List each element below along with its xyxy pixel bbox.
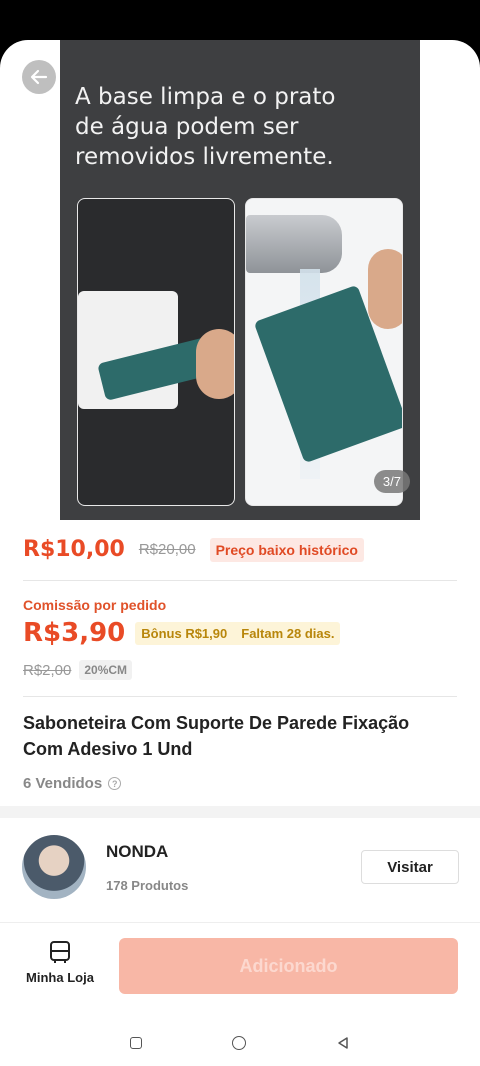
commission-rate-row: R$2,00 20%CM — [23, 660, 133, 680]
divider — [23, 696, 457, 697]
divider — [23, 580, 457, 581]
bottom-bar-divider — [0, 922, 480, 923]
photo-wall-mounted — [77, 198, 235, 506]
commission-value: R$3,90 — [23, 618, 126, 648]
arrow-left-icon — [30, 69, 48, 85]
image-page-indicator: 3/7 — [373, 470, 410, 493]
sold-count-label: 6 Vendidos — [23, 775, 103, 792]
product-title: Saboneteira Com Suporte De Parede Fixaçã… — [23, 713, 410, 759]
commission-rate-badge: 20%CM — [79, 660, 133, 680]
store-product-count: 178 Produtos — [106, 878, 189, 893]
low-price-badge: Preço baixo histórico — [209, 537, 364, 562]
sold-count: 6 Vendidos ? — [23, 775, 122, 792]
my-store-label: Minha Loja — [26, 970, 94, 985]
section-separator — [0, 806, 480, 818]
image-caption: A base limpa e o prato de água podem ser… — [75, 84, 336, 170]
store-name[interactable]: NONDA — [106, 842, 168, 862]
bonus-badge: Bônus R$1,90 Faltam 28 dias. — [135, 621, 341, 645]
back-button[interactable] — [22, 60, 56, 94]
commission-row: R$3,90 Bônus R$1,90 Faltam 28 dias. — [23, 618, 341, 648]
photo-rinsing — [245, 198, 403, 506]
original-price: R$20,00 — [138, 541, 196, 558]
recents-icon[interactable] — [130, 1037, 142, 1049]
store-icon — [50, 941, 70, 963]
added-button[interactable]: Adicionado — [119, 938, 458, 994]
visit-store-button[interactable]: Visitar — [361, 850, 459, 884]
product-image-carousel[interactable]: A base limpa e o prato de água podem ser… — [60, 40, 420, 520]
back-nav-icon[interactable] — [336, 1036, 350, 1050]
bonus-amount: Bônus R$1,90 — [141, 625, 228, 641]
my-store-button[interactable]: Minha Loja — [22, 940, 98, 985]
old-commission: R$2,00 — [23, 661, 72, 679]
store-avatar[interactable] — [22, 835, 86, 899]
current-price: R$10,00 — [23, 537, 125, 562]
home-icon[interactable] — [232, 1036, 246, 1050]
system-nav-bar — [0, 1020, 480, 1066]
commission-label: Comissão por pedido — [23, 597, 167, 613]
product-sheet: A base limpa e o prato de água podem ser… — [0, 40, 480, 1066]
bonus-days-left: Faltam 28 dias. — [241, 625, 335, 641]
info-icon[interactable]: ? — [108, 777, 122, 790]
price-row: R$10,00 R$20,00 Preço baixo histórico — [23, 537, 364, 562]
